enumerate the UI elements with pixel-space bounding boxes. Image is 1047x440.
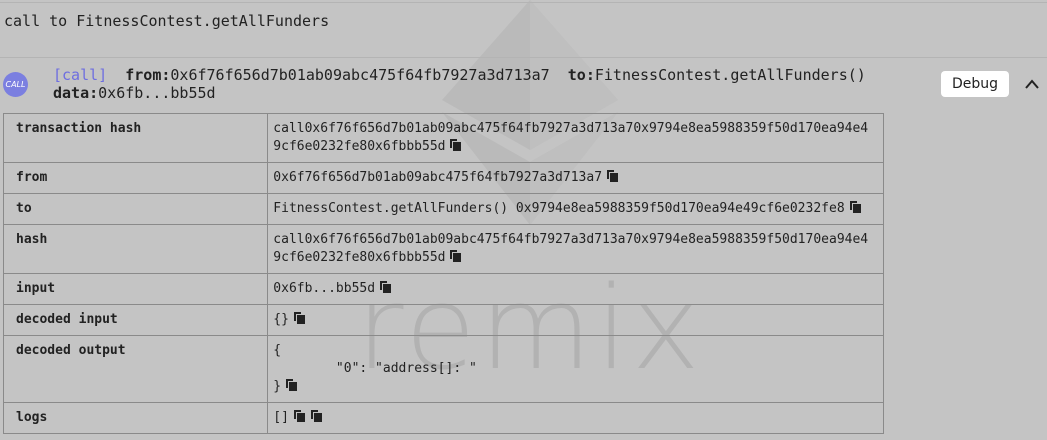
hash-value: call0x6f76f656d7b01ab09abc475f64fb7927a3… [273, 232, 869, 265]
to-address-value: FitnessContest.getAllFunders() 0x9794e8e… [273, 201, 845, 216]
row-value: FitnessContest.getAllFunders() 0x9794e8e… [267, 193, 884, 225]
call-title: call to FitnessContest.getAllFunders [4, 12, 330, 30]
call-tag: [call] [53, 66, 108, 84]
json-close-brace: } [273, 379, 282, 394]
from-address-value: 0x6f76f656d7b01ab09abc475f64fb7927a3d713… [273, 170, 603, 185]
table-row: logs [] [2, 402, 884, 434]
transaction-summary[interactable]: [call] from:0x6f76f656d7b01ab09abc475f64… [53, 66, 866, 102]
divider [0, 2, 1047, 3]
table-row: decoded output { "0": "address[]: " } [2, 335, 884, 403]
copy-icon[interactable] [293, 311, 306, 325]
debug-button[interactable]: Debug [941, 71, 1009, 97]
table-row: hash call0x6f76f656d7b01ab09abc475f64fb7… [2, 224, 884, 274]
copy-icon[interactable] [849, 200, 862, 214]
row-key: input [2, 273, 269, 305]
from-value: 0x6f76f656d7b01ab09abc475f64fb7927a3d713… [170, 66, 550, 84]
row-key: to [2, 193, 269, 225]
table-row: decoded input {} [2, 304, 884, 336]
table-row: from 0x6f76f656d7b01ab09abc475f64fb7927a… [2, 162, 884, 194]
row-value: call0x6f76f656d7b01ab09abc475f64fb7927a3… [267, 113, 884, 163]
row-key: hash [2, 224, 269, 274]
row-key: logs [2, 402, 269, 434]
copy-icon[interactable] [285, 378, 298, 392]
to-label: to: [567, 66, 595, 84]
row-key: from [2, 162, 269, 194]
divider [0, 57, 1047, 58]
row-value: [] [267, 402, 884, 434]
copy-icon[interactable] [310, 409, 323, 423]
row-key: decoded output [2, 335, 269, 403]
row-value: call0x6f76f656d7b01ab09abc475f64fb7927a3… [267, 224, 884, 274]
table-row: transaction hash call0x6f76f656d7b01ab09… [2, 113, 884, 163]
copy-icon[interactable] [606, 169, 619, 183]
transaction-hash-value: call0x6f76f656d7b01ab09abc475f64fb7927a3… [273, 121, 869, 154]
row-value: 0x6f76f656d7b01ab09abc475f64fb7927a3d713… [267, 162, 884, 194]
json-entry: "0": "address[]: " [273, 361, 477, 376]
transaction-details-table: transaction hash call0x6f76f656d7b01ab09… [2, 113, 884, 434]
table-row: to FitnessContest.getAllFunders() 0x9794… [2, 193, 884, 225]
data-label: data: [53, 84, 99, 102]
decoded-input-value: {} [273, 312, 289, 327]
input-value: 0x6fb...bb55d [273, 281, 376, 296]
data-value: 0x6fb...bb55d [98, 84, 216, 102]
call-badge-icon: CALL [3, 72, 28, 97]
row-key: transaction hash [2, 113, 269, 163]
from-label: from: [125, 66, 171, 84]
chevron-up-icon[interactable] [1023, 76, 1041, 92]
row-value: {} [267, 304, 884, 336]
copy-icon[interactable] [449, 249, 462, 263]
row-value: { "0": "address[]: " } [267, 335, 884, 403]
copy-icon[interactable] [449, 138, 462, 152]
json-open-brace: { [273, 343, 282, 358]
table-row: input 0x6fb...bb55d [2, 273, 884, 305]
copy-icon[interactable] [379, 280, 392, 294]
logs-value: [] [273, 410, 289, 425]
copy-icon[interactable] [293, 409, 306, 423]
row-value: 0x6fb...bb55d [267, 273, 884, 305]
to-value: FitnessContest.getAllFunders() [594, 66, 866, 84]
row-key: decoded input [2, 304, 269, 336]
